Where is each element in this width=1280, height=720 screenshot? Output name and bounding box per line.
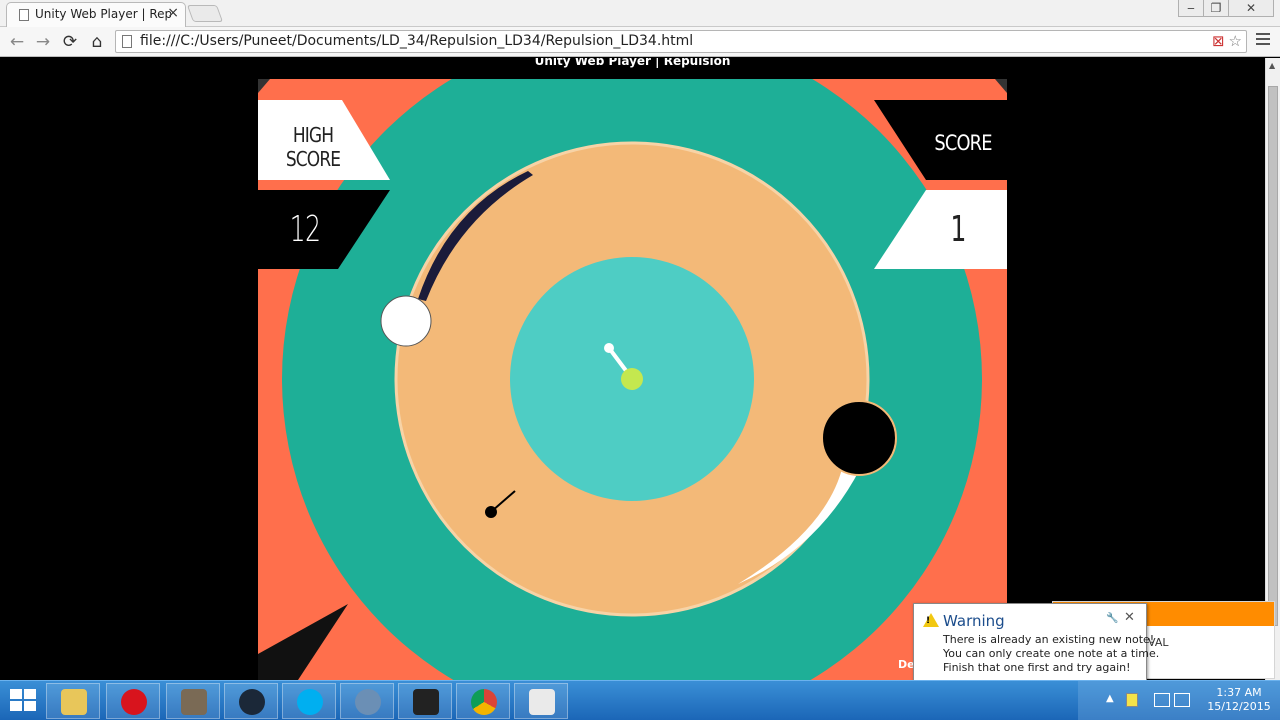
taskbar-unity[interactable] — [398, 683, 452, 719]
restore-button[interactable]: ❐ — [1203, 0, 1229, 17]
clock-time: 1:37 AM — [1216, 686, 1262, 699]
taskbar-steam[interactable] — [224, 683, 278, 719]
chrome-icon — [471, 689, 497, 715]
window-app-icon — [529, 689, 555, 715]
scroll-up-icon[interactable]: ▲ — [1269, 61, 1275, 70]
page-heading: Unity Web Player | Repulsion — [534, 58, 731, 68]
high-score-label: HIGH SCORE — [285, 123, 341, 171]
score-label: SCORE — [934, 131, 992, 155]
tab-close-icon[interactable]: × — [167, 5, 179, 21]
taskbar-app-9[interactable] — [514, 683, 568, 719]
gimp-icon — [181, 689, 207, 715]
bookmark-star-icon[interactable]: ☆ — [1229, 32, 1242, 50]
taskbar-chrome[interactable] — [456, 683, 510, 719]
forward-button[interactable]: → — [32, 31, 54, 53]
address-url[interactable]: file:///C:/Users/Puneet/Documents/LD_34/… — [140, 33, 693, 49]
windows-taskbar: ▲ 1:37 AM 15/12/2015 — [0, 680, 1280, 720]
warning-balloon[interactable]: ! Warning 🔧 ✕ There is already an existi… — [913, 603, 1159, 691]
minimize-button[interactable]: ‒ — [1178, 0, 1204, 17]
game-canvas[interactable]: HIGH SCORE 12 SCORE 1 — [258, 79, 1007, 680]
scroll-thumb[interactable] — [1268, 86, 1278, 626]
clock-date: 15/12/2015 — [1207, 700, 1271, 713]
app-icon — [355, 689, 381, 715]
unity-icon — [413, 689, 439, 715]
reload-button[interactable]: ⟳ — [59, 31, 81, 53]
network-icon[interactable] — [1154, 693, 1170, 707]
folder-icon — [61, 689, 87, 715]
warning-exclamation: ! — [926, 616, 931, 626]
black-pin-head — [485, 506, 497, 518]
chrome-menu-icon[interactable] — [1256, 33, 1270, 47]
black-orb — [821, 400, 897, 476]
browser-toolbar: ← → ⟳ ⌂ file:///C:/Users/Puneet/Document… — [0, 27, 1280, 57]
opera-icon — [121, 689, 147, 715]
new-tab-button[interactable] — [186, 5, 224, 22]
warning-line-2: You can only create one note at a time. — [943, 647, 1160, 660]
warning-close-icon[interactable]: ✕ — [1124, 610, 1135, 625]
warning-title: Warning — [943, 612, 1005, 630]
warning-line-1: There is already an existing new note! — [943, 633, 1155, 646]
sticky-notes-icon[interactable] — [1126, 693, 1138, 707]
white-orb — [380, 295, 432, 347]
omnibox-actions: ⊠ ☆ — [1212, 32, 1242, 50]
tab-strip: Unity Web Player | Repulsi × ‒ ❐ ✕ — [0, 0, 1280, 27]
game-scene — [258, 79, 1007, 680]
windows-start-icon[interactable] — [10, 689, 38, 713]
show-hidden-icons-icon[interactable]: ▲ — [1106, 693, 1114, 704]
action-center-icon[interactable] — [1174, 693, 1190, 707]
back-button[interactable]: ← — [6, 31, 28, 53]
skype-icon — [297, 689, 323, 715]
taskbar-file-explorer[interactable] — [46, 683, 100, 719]
player-aim-tip — [604, 343, 614, 353]
dark-shard-bottom-left — [258, 604, 348, 680]
tab-title: Unity Web Player | Repulsi — [35, 7, 171, 21]
window-controls: ‒ ❐ ✕ — [1178, 0, 1274, 18]
warning-line-3: Finish that one first and try again! — [943, 661, 1131, 674]
taskbar-app-6[interactable] — [340, 683, 394, 719]
home-button[interactable]: ⌂ — [86, 31, 108, 53]
page-content: Unity Web Player | Repulsion HIGH SCORE … — [0, 58, 1265, 680]
taskbar-opera[interactable] — [106, 683, 160, 719]
score-value: 1 — [950, 209, 966, 250]
taskbar-gimp[interactable] — [166, 683, 220, 719]
taskbar-skype[interactable] — [282, 683, 336, 719]
corner-notch-top-left — [258, 79, 270, 93]
browser-tab[interactable]: Unity Web Player | Repulsi × — [6, 2, 186, 27]
high-score-value: 12 — [289, 209, 321, 250]
plugin-blocked-icon[interactable]: ⊠ — [1212, 32, 1225, 50]
corner-notch-top-right — [995, 79, 1007, 93]
page-scrollbar[interactable]: ▲ ▼ — [1265, 58, 1280, 680]
close-window-button[interactable]: ✕ — [1228, 0, 1274, 17]
steam-icon — [239, 689, 265, 715]
page-favicon-icon — [19, 9, 29, 21]
wrench-icon[interactable]: 🔧 — [1106, 613, 1118, 624]
player-core — [621, 368, 643, 390]
page-icon — [122, 35, 132, 48]
address-bar[interactable]: file:///C:/Users/Puneet/Documents/LD_34/… — [115, 30, 1247, 53]
taskbar-clock[interactable]: 1:37 AM 15/12/2015 — [1204, 686, 1274, 714]
system-tray: ▲ 1:37 AM 15/12/2015 — [1078, 681, 1280, 720]
